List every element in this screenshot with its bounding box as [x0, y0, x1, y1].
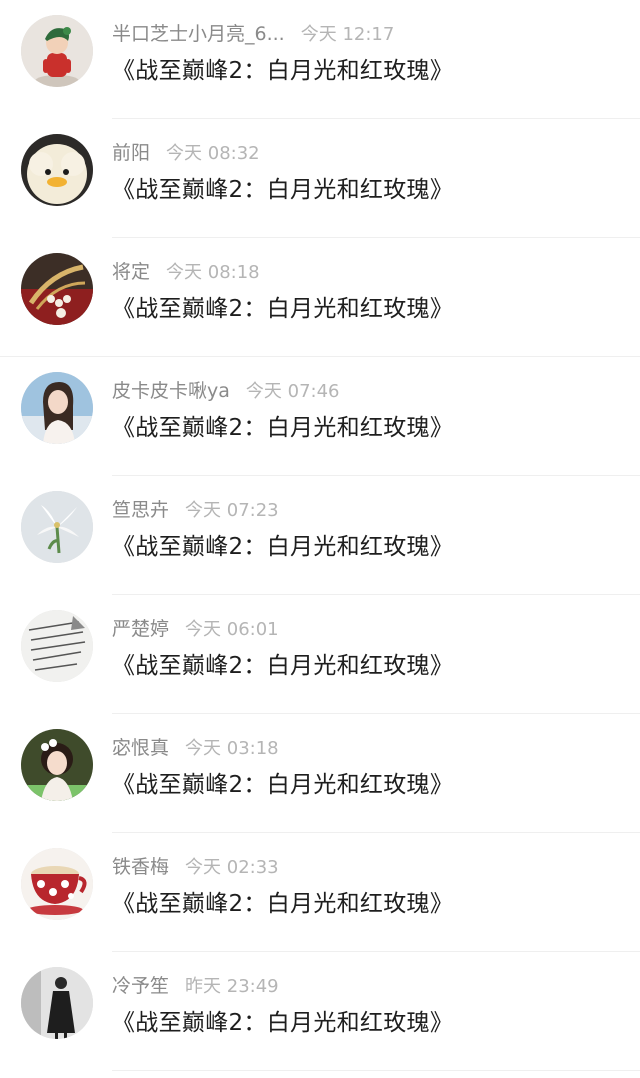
timestamp: 今天 08:32 — [166, 143, 260, 164]
username-text: 严楚婷 — [112, 618, 170, 640]
username-text: 冷予笙 — [112, 975, 170, 997]
doll-figure-avatar-icon — [21, 15, 93, 87]
timestamp: 今天 07:46 — [245, 381, 340, 402]
avatar[interactable] — [21, 15, 93, 87]
timestamp: 今天 07:23 — [185, 500, 279, 521]
username[interactable]: 铁香梅 今天 02:33 — [112, 854, 279, 881]
avatar[interactable] — [21, 491, 93, 563]
comment-item[interactable]: 前阳 今天 08:32 《战至巅峰2：白月光和红玫瑰》 — [0, 119, 640, 238]
timestamp: 今天 06:01 — [185, 619, 279, 640]
username-text: 宓恨真 — [112, 737, 170, 759]
fluffy-duck-avatar-icon — [21, 134, 93, 206]
username-text: 前阳 — [112, 142, 151, 164]
comment-item[interactable]: 半口芝士小月亮_6... 今天 12:17 《战至巅峰2：白月光和红玫瑰》 — [0, 0, 640, 119]
comment-list: 半口芝士小月亮_6... 今天 12:17 《战至巅峰2：白月光和红玫瑰》 前阳今… — [0, 0, 640, 1078]
comment-item[interactable]: 严楚婷 今天 06:01 《战至巅峰2：白月光和红玫瑰》 — [0, 595, 640, 714]
comment-text: 《战至巅峰2：白月光和红玫瑰》 — [112, 296, 454, 322]
comment-text: 《战至巅峰2：白月光和红玫瑰》 — [112, 415, 454, 441]
username[interactable]: 笪思卉 今天 07:23 — [112, 497, 279, 524]
polka-dot-teacup-avatar-icon — [21, 848, 93, 920]
comment-text: 《战至巅峰2：白月光和红玫瑰》 — [112, 58, 454, 84]
white-lily-avatar-icon — [21, 491, 93, 563]
pearl-brooch-avatar-icon — [21, 253, 93, 325]
avatar[interactable] — [21, 253, 93, 325]
timestamp: 昨天 23:49 — [185, 976, 279, 997]
comment-item[interactable]: 铁香梅 今天 02:33 《战至巅峰2：白月光和红玫瑰》 — [0, 833, 640, 952]
comment-item[interactable]: 将定 今天 08:18 《战至巅峰2：白月光和红玫瑰》 — [0, 238, 640, 357]
avatar[interactable] — [21, 134, 93, 206]
username-text: 笪思卉 — [112, 499, 170, 521]
divider — [112, 1070, 640, 1071]
girl-with-flowers-avatar-icon — [21, 729, 93, 801]
username[interactable]: 半口芝士小月亮_6... 今天 12:17 — [112, 21, 394, 48]
comment-text: 《战至巅峰2：白月光和红玫瑰》 — [112, 1010, 454, 1036]
username-text: 铁香梅 — [112, 856, 170, 878]
timestamp: 今天 12:17 — [300, 24, 395, 45]
username[interactable]: 严楚婷 今天 06:01 — [112, 616, 279, 643]
username-text: 将定 — [112, 261, 151, 283]
avatar[interactable] — [21, 967, 93, 1039]
comment-text: 《战至巅峰2：白月光和红玫瑰》 — [112, 177, 454, 203]
avatar[interactable] — [21, 610, 93, 682]
username[interactable]: 将定 今天 08:18 — [112, 259, 260, 286]
timestamp: 今天 02:33 — [185, 857, 279, 878]
comment-item[interactable]: 宓恨真 今天 03:18 《战至巅峰2：白月光和红玫瑰》 — [0, 714, 640, 833]
dark-dress-figure-avatar-icon — [21, 967, 93, 1039]
username-text: 皮卡皮卡啾ya — [112, 380, 230, 402]
handwritten-text-avatar-icon — [21, 610, 93, 682]
comment-text: 《战至巅峰2：白月光和红玫瑰》 — [112, 891, 454, 917]
comment-item[interactable]: 皮卡皮卡啾ya 今天 07:46 《战至巅峰2：白月光和红玫瑰》 — [0, 357, 640, 476]
comment-item[interactable]: 笪思卉 今天 07:23 《战至巅峰2：白月光和红玫瑰》 — [0, 476, 640, 595]
timestamp: 今天 08:18 — [166, 262, 260, 283]
username[interactable]: 皮卡皮卡啾ya 今天 07:46 — [112, 378, 340, 405]
comment-item[interactable]: 冷予笙 昨天 23:49 《战至巅峰2：白月光和红玫瑰》 — [0, 952, 640, 1071]
avatar[interactable] — [21, 848, 93, 920]
avatar[interactable] — [21, 729, 93, 801]
username-text: 半口芝士小月亮_6... — [112, 23, 285, 45]
username[interactable]: 冷予笙 昨天 23:49 — [112, 973, 279, 1000]
comment-text: 《战至巅峰2：白月光和红玫瑰》 — [112, 653, 454, 679]
comment-text: 《战至巅峰2：白月光和红玫瑰》 — [112, 772, 454, 798]
timestamp: 今天 03:18 — [185, 738, 279, 759]
girl-portrait-avatar-icon — [21, 372, 93, 444]
avatar[interactable] — [21, 372, 93, 444]
username[interactable]: 前阳 今天 08:32 — [112, 140, 260, 167]
comment-text: 《战至巅峰2：白月光和红玫瑰》 — [112, 534, 454, 560]
username[interactable]: 宓恨真 今天 03:18 — [112, 735, 279, 762]
